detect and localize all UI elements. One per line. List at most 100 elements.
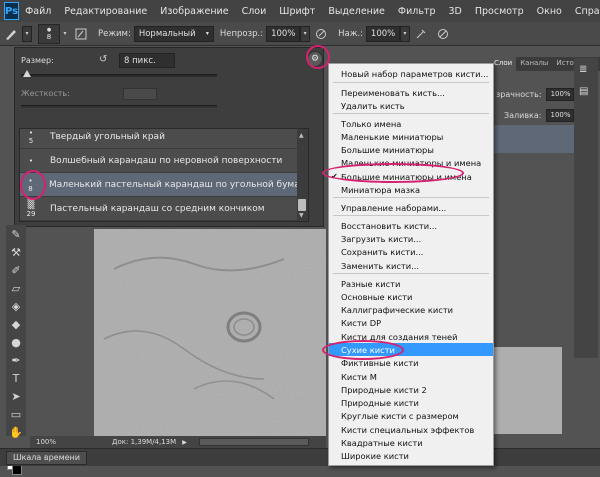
pressure-size-icon[interactable]: [435, 26, 451, 42]
list-item[interactable]: • Волшебный карандаш по неровной поверхн…: [20, 149, 308, 173]
menu-item[interactable]: Маленькие миниатюры и имена: [329, 156, 493, 169]
list-item[interactable]: ▒ 29 Пастельный карандаш со средним кончи…: [20, 197, 308, 221]
menu-item[interactable]: Квадратные кисти: [329, 436, 493, 449]
menu-window[interactable]: Окно: [537, 6, 562, 17]
size-slider-handle[interactable]: [23, 70, 31, 77]
opacity-input[interactable]: 100%: [266, 25, 301, 42]
gear-icon[interactable]: ⚙: [307, 51, 323, 67]
brush-list-scrollbar[interactable]: ▲ ▼: [297, 129, 308, 221]
pressure-dropdown[interactable]: ▾: [399, 25, 410, 42]
airbrush-icon[interactable]: [413, 26, 429, 42]
scrollbar-thumb[interactable]: [298, 199, 306, 211]
menu-item[interactable]: Мокрые кисти: [329, 462, 493, 466]
brush-thumbnail: • 5: [20, 129, 42, 148]
menu-item[interactable]: Новый набор параметров кисти...: [329, 67, 493, 80]
opacity-dropdown[interactable]: ▾: [300, 25, 311, 42]
menu-item-label: Заменить кисти...: [341, 260, 420, 271]
menu-type[interactable]: Шрифт: [279, 6, 315, 17]
menu-item[interactable]: Миниатюра мазка: [329, 183, 493, 196]
menu-item[interactable]: Кисти DP: [329, 316, 493, 329]
menu-item[interactable]: Сохранить кисти...: [329, 245, 493, 258]
eraser-icon[interactable]: ▱: [6, 279, 26, 297]
menu-item[interactable]: Природные кисти: [329, 396, 493, 409]
pen-icon[interactable]: ✒: [6, 351, 26, 369]
pressure-input[interactable]: 100%: [365, 25, 400, 42]
menu-item[interactable]: Фиктивные кисти: [329, 356, 493, 369]
selected-layer-row[interactable]: [490, 125, 586, 153]
type-icon[interactable]: T: [6, 369, 26, 387]
menu-item[interactable]: Природные кисти 2: [329, 383, 493, 396]
menu-select[interactable]: Выделение: [328, 6, 385, 17]
menu-item[interactable]: Каллиграфические кисти: [329, 303, 493, 316]
menu-item[interactable]: Основные кисти: [329, 290, 493, 303]
menu-file[interactable]: Файл: [25, 6, 51, 17]
layer-fill-input[interactable]: 100%: [545, 108, 574, 122]
mode-select[interactable]: Нормальный ▾: [133, 25, 214, 42]
menu-item[interactable]: Управление наборами...: [329, 201, 493, 214]
menu-item[interactable]: Разные кисти: [329, 277, 493, 290]
tool-preset-dropdown[interactable]: ▾: [22, 25, 32, 42]
hand-icon[interactable]: ✋: [6, 423, 26, 441]
menu-item[interactable]: Удалить кисть: [329, 99, 493, 112]
menu-item[interactable]: Заменить кисти...: [329, 259, 493, 272]
options-bar: ▾ ● 8 ▾ Режим: Нормальный ▾ Непрозр.: 10…: [0, 22, 600, 46]
size-slider[interactable]: [21, 74, 217, 77]
brush-tool-icon[interactable]: [3, 26, 19, 42]
layers-stack-icon[interactable]: ≣: [579, 64, 593, 78]
reset-size-icon[interactable]: ↺: [99, 54, 115, 68]
path-selection-icon[interactable]: ➤: [6, 387, 26, 405]
hardness-input[interactable]: [123, 88, 157, 100]
menu-item[interactable]: Широкие кисти: [329, 449, 493, 462]
brush-tool-icon[interactable]: ✎: [6, 225, 26, 243]
history-brush-icon[interactable]: ✐: [6, 261, 26, 279]
menu-item[interactable]: Кисти М: [329, 370, 493, 383]
menu-edit[interactable]: Редактирование: [64, 6, 147, 17]
menu-item[interactable]: Круглые кисти с размером: [329, 409, 493, 422]
panel-icon[interactable]: ▤: [579, 86, 593, 100]
canvas-right-edge[interactable]: [492, 346, 562, 434]
horizontal-scrollbar[interactable]: [198, 438, 309, 446]
document-canvas[interactable]: [94, 229, 326, 436]
brush-panel-toggle-icon[interactable]: [73, 26, 89, 42]
menu-item[interactable]: Маленькие миниатюры: [329, 130, 493, 143]
background-color[interactable]: [12, 465, 22, 475]
pressure-opacity-icon[interactable]: [313, 26, 329, 42]
shape-icon[interactable]: ▭: [6, 405, 26, 423]
hardness-slider[interactable]: [21, 105, 217, 108]
menu-item[interactable]: ✔ Большие миниатюры и имена: [329, 170, 493, 183]
list-item-selected[interactable]: • 8 Маленький пастельный карандаш по угол…: [20, 173, 309, 197]
scroll-down-icon[interactable]: ▼: [299, 212, 304, 219]
dodge-icon[interactable]: ●: [6, 333, 26, 351]
menu-item[interactable]: Кисти для создания теней: [329, 330, 493, 343]
photoshop-logo: Ps: [4, 2, 20, 20]
paint-bucket-icon[interactable]: ◈: [6, 297, 26, 315]
menu-item[interactable]: Переименовать кисть...: [329, 86, 493, 99]
layer-opacity-input[interactable]: 100%: [545, 87, 574, 101]
scroll-up-icon[interactable]: ▲: [299, 132, 304, 139]
menu-3d[interactable]: 3D: [449, 6, 462, 17]
menu-item-label: Кисти специальных эффектов: [341, 424, 475, 435]
zoom-level[interactable]: 100%: [36, 438, 76, 446]
menu-help[interactable]: Справка: [575, 6, 600, 17]
menu-image[interactable]: Изображение: [160, 6, 228, 17]
brush-name: Маленький пастельный карандаш по угольно…: [49, 179, 309, 190]
menu-item[interactable]: Только имена: [329, 117, 493, 130]
list-item[interactable]: • 5 Твердый угольный край: [20, 129, 308, 149]
brush-preset-picker[interactable]: ● 8: [38, 23, 60, 44]
tab-channels[interactable]: Каналы: [516, 57, 552, 71]
clone-stamp-icon[interactable]: ⚒: [6, 243, 26, 261]
menu-item[interactable]: Сухие кисти: [329, 343, 493, 356]
menu-view[interactable]: Просмотр: [475, 6, 524, 17]
menu-item[interactable]: Большие миниатюры: [329, 143, 493, 156]
menu-separator: [333, 197, 489, 198]
size-input[interactable]: 8 пикс.: [119, 53, 175, 68]
blur-icon[interactable]: ◆: [6, 315, 26, 333]
menu-item[interactable]: Восстановить кисти...: [329, 219, 493, 232]
menu-item[interactable]: Загрузить кисти...: [329, 232, 493, 245]
brush-preset-arrow[interactable]: ▾: [60, 26, 70, 42]
menu-filter[interactable]: Фильтр: [398, 6, 436, 17]
tab-timeline[interactable]: Шкала времени: [6, 450, 87, 465]
status-arrow-icon[interactable]: ▶: [182, 439, 187, 446]
menu-layers[interactable]: Слои: [242, 6, 267, 17]
menu-item[interactable]: Кисти специальных эффектов: [329, 423, 493, 436]
